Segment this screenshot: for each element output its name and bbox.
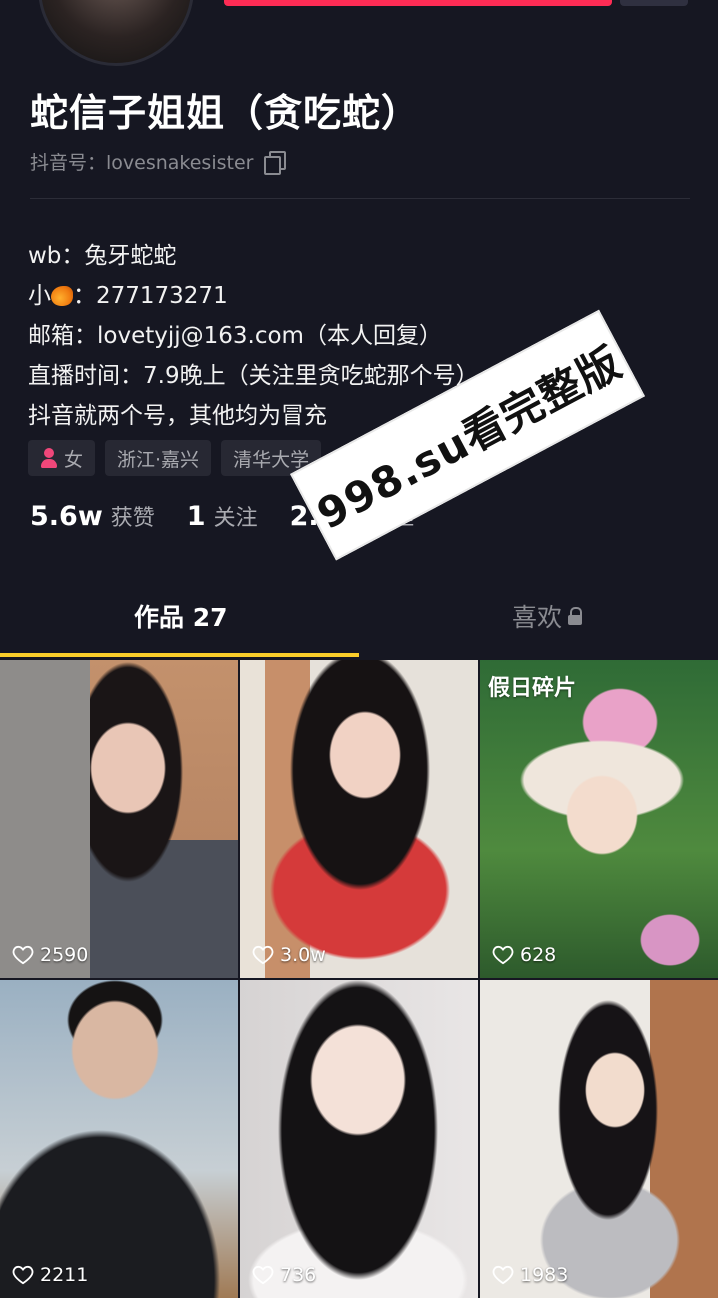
video-thumbnail[interactable]: 736 <box>240 980 478 1298</box>
lock-icon <box>568 607 583 625</box>
like-count-value: 628 <box>520 944 557 966</box>
stat-following-value: 1 <box>186 501 206 532</box>
like-count: 3.0w <box>252 944 326 966</box>
like-count: 628 <box>492 944 556 966</box>
tag-gender-label: 女 <box>64 448 84 471</box>
avatar[interactable] <box>38 0 194 66</box>
video-thumbnail[interactable]: 3.0w <box>240 660 478 978</box>
video-thumbnail[interactable]: 假日碎片 628 <box>480 660 718 978</box>
tab-likes[interactable]: 喜欢 <box>512 598 583 634</box>
video-thumbnail[interactable]: 2211 <box>0 980 238 1298</box>
cover-title: 假日碎片 <box>488 676 577 701</box>
heart-icon <box>252 945 274 965</box>
heart-icon <box>12 945 34 965</box>
bio-qq: 小 ：277173271 <box>28 276 479 316</box>
tag-gender: 女 <box>28 440 96 476</box>
like-count-value: 2211 <box>40 1264 89 1286</box>
video-thumbnail[interactable]: 2590 <box>0 660 238 978</box>
douyin-id: 抖音号：lovesnakesister <box>30 148 287 175</box>
more-button[interactable] <box>620 0 688 6</box>
profile-tags: 女 浙江·嘉兴 清华大学 <box>28 440 322 476</box>
bio-qq-number: ：277173271 <box>73 283 228 309</box>
video-thumbnail[interactable]: 1983 <box>480 980 718 1298</box>
profile-tabs: 作品 27 喜欢 <box>0 598 718 658</box>
tab-works[interactable]: 作品 27 <box>134 598 228 634</box>
bio-live-time: 直播时间：7.9晚上（关注里贪吃蛇那个号） <box>28 363 479 389</box>
stat-following-label: 关注 <box>213 506 258 531</box>
bio-qq-prefix: 小 <box>28 283 51 309</box>
profile-nickname: 蛇信子姐姐（贪吃蛇） <box>30 91 421 135</box>
tag-location: 浙江·嘉兴 <box>105 440 212 476</box>
heart-icon <box>492 1265 514 1285</box>
like-count-value: 736 <box>280 1264 317 1286</box>
divider <box>30 198 690 199</box>
like-count: 1983 <box>492 1264 568 1286</box>
like-count-value: 1983 <box>520 1264 569 1286</box>
female-icon <box>40 448 58 468</box>
heart-icon <box>12 1265 34 1285</box>
copy-icon[interactable] <box>263 150 287 175</box>
stat-likes-label: 获赞 <box>110 506 155 531</box>
like-count: 736 <box>252 1264 316 1286</box>
flame-emoji-icon <box>51 286 73 306</box>
follow-button[interactable] <box>224 0 612 6</box>
stat-likes-value: 5.6w <box>30 501 103 532</box>
heart-icon <box>252 1265 274 1285</box>
bio-email: 邮箱：lovetyjj@163.com（本人回复） <box>28 323 442 349</box>
stat-following[interactable]: 1 关注 <box>187 500 258 532</box>
heart-icon <box>492 945 514 965</box>
like-count-value: 3.0w <box>280 944 326 966</box>
like-count: 2211 <box>12 1264 88 1286</box>
bio-weibo: wb：兔牙蛇蛇 <box>28 243 177 269</box>
douyin-id-text: 抖音号：lovesnakesister <box>30 152 254 174</box>
stat-likes[interactable]: 5.6w 获赞 <box>30 500 155 532</box>
tab-likes-label: 喜欢 <box>512 603 563 632</box>
tab-indicator <box>0 653 359 657</box>
profile-bio: wb：兔牙蛇蛇 小 ：277173271 邮箱：lovetyjj@163.com（… <box>28 236 479 436</box>
like-count-value: 2590 <box>40 944 89 966</box>
like-count: 2590 <box>12 944 88 966</box>
